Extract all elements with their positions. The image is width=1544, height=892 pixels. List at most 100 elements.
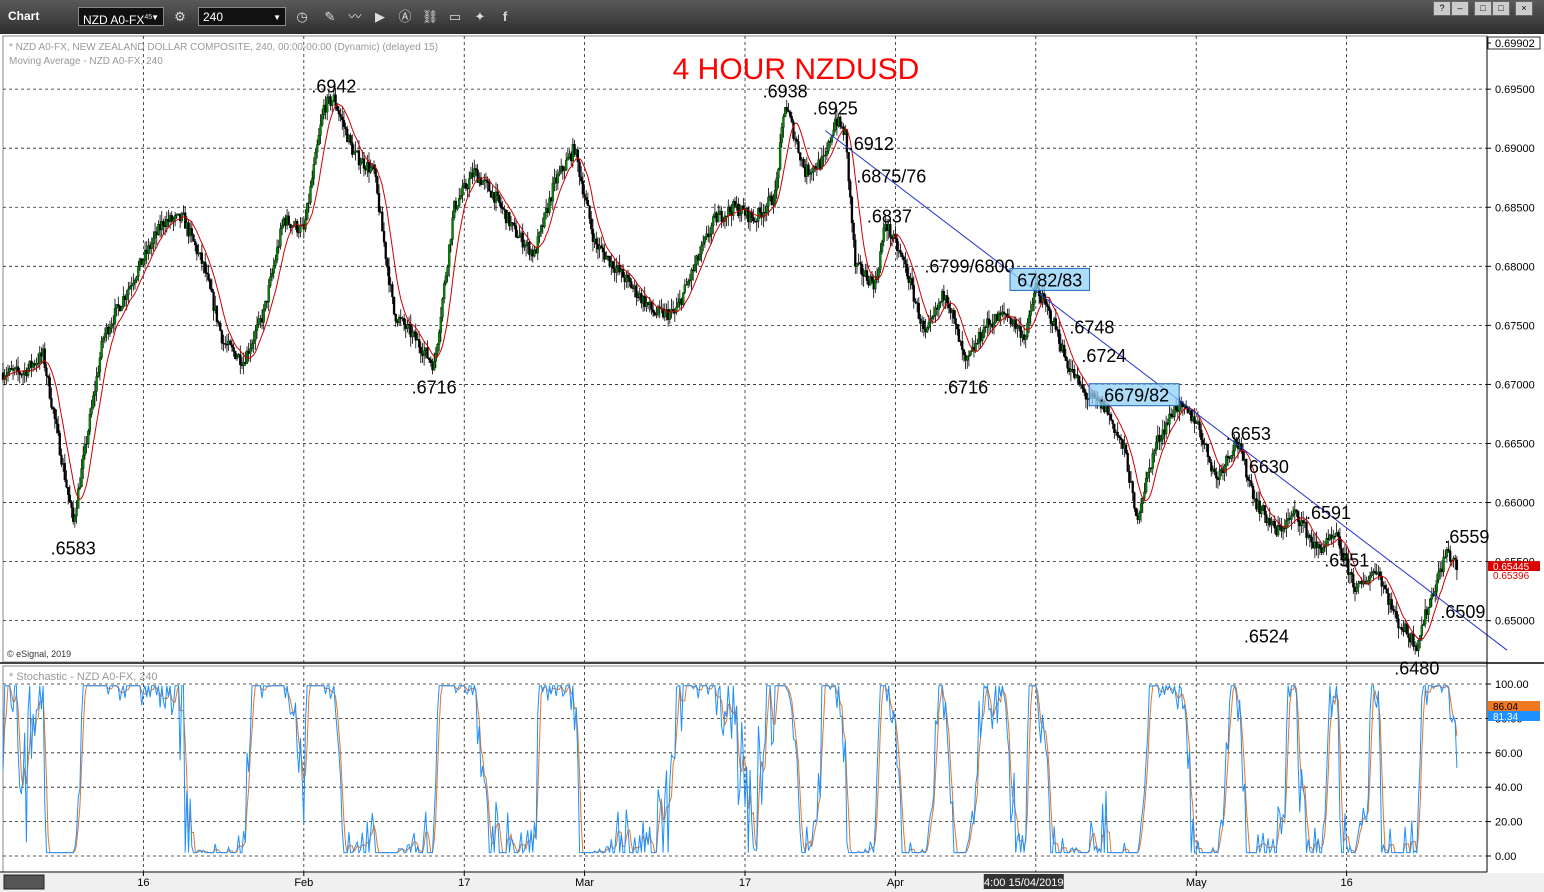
candle-body — [1083, 388, 1086, 393]
candle-body — [703, 237, 707, 243]
play-icon[interactable]: ▶ — [370, 7, 390, 27]
chevron-down-icon[interactable]: ▼ — [151, 8, 159, 27]
candle-body — [957, 328, 961, 342]
candle-body — [1206, 444, 1210, 458]
candle-body — [1442, 556, 1445, 573]
candle-body — [433, 361, 436, 371]
price-annotation: .6583 — [51, 539, 96, 559]
maximize-button[interactable]: □ — [1492, 1, 1510, 16]
candle-body — [210, 288, 214, 293]
candle-body — [337, 110, 341, 115]
candle-body — [1368, 575, 1372, 581]
chart-background — [0, 34, 1544, 892]
candle-body — [969, 350, 972, 356]
settings-gear-icon[interactable]: ⚙ — [170, 7, 190, 27]
help-button[interactable]: ? — [1433, 1, 1451, 16]
candle-body — [133, 280, 137, 284]
candle-body — [1435, 579, 1439, 592]
alert-icon[interactable]: Ⓐ — [395, 7, 415, 27]
candle-body — [252, 340, 255, 344]
candle-body — [514, 225, 518, 238]
restore-button[interactable]: □ — [1474, 1, 1492, 16]
candle-body — [80, 468, 83, 488]
twitter-icon[interactable]: ✦ — [470, 7, 490, 27]
candle-body — [1447, 549, 1450, 552]
candle-body — [782, 116, 785, 128]
price-annotation: .6875/76 — [856, 167, 926, 187]
y-tick-label: 0.68500 — [1495, 202, 1535, 214]
candle-body — [272, 265, 275, 274]
price-annotation: .6942 — [311, 77, 356, 97]
candle-body — [580, 176, 583, 182]
candle-body — [1250, 480, 1253, 487]
candle-body — [382, 231, 386, 243]
candle-body — [1350, 572, 1353, 575]
candle-body — [785, 107, 788, 111]
interval-value: 240 — [203, 10, 224, 24]
price-annotation: .6716 — [412, 378, 457, 398]
candle-body — [67, 486, 70, 495]
chevron-down-icon[interactable]: ▼ — [273, 8, 281, 27]
candle-body — [855, 263, 859, 267]
candle-body — [392, 296, 396, 315]
link-icon[interactable]: ⛓ — [420, 7, 440, 27]
candle-body — [601, 247, 605, 253]
interval-input[interactable]: 240 ▼ — [198, 7, 286, 26]
x-axis-band — [0, 873, 1544, 892]
candle-body — [720, 210, 723, 222]
candle-body — [626, 274, 630, 278]
candle-body — [16, 366, 20, 372]
candle-body — [590, 218, 593, 230]
clock-icon[interactable]: ◷ — [292, 7, 312, 27]
stochastic-y-tick-label: 100.00 — [1495, 679, 1529, 691]
candle-body — [1032, 292, 1036, 305]
pencil-icon[interactable]: ✎ — [320, 7, 340, 27]
candle-body — [787, 110, 790, 113]
price-annotation: .6524 — [1244, 626, 1289, 646]
facebook-icon[interactable]: f — [495, 7, 515, 27]
candle-body — [954, 318, 957, 325]
stochastic-y-tick-label: 20.00 — [1495, 817, 1523, 829]
candle-body — [150, 243, 153, 249]
candle-body — [1270, 523, 1273, 526]
candle-body — [939, 301, 942, 304]
candle-body — [1153, 450, 1156, 454]
candle-body — [635, 285, 638, 298]
candle-body — [232, 347, 235, 352]
copyright-text: © eSignal, 2019 — [7, 649, 71, 659]
x-tick-label: Feb — [294, 877, 313, 889]
y-tick-label: 0.69500 — [1495, 84, 1535, 96]
stochastic-k-value: 81.34 — [1493, 712, 1518, 723]
candle-body — [459, 195, 463, 199]
price-annotation: .6724 — [1081, 346, 1126, 366]
comment-icon[interactable]: ▭ — [445, 7, 465, 27]
candle-body — [73, 516, 77, 522]
candle-body — [615, 267, 618, 273]
draw-curve-icon[interactable]: 〰 — [345, 7, 365, 27]
candle-body — [576, 149, 580, 163]
candle-body — [1422, 624, 1425, 626]
price-annotation: .6679/82 — [1099, 386, 1169, 406]
candle-body — [50, 398, 53, 408]
symbol-input[interactable]: NZD A0-FX45 ▼ — [78, 7, 164, 27]
minimize-button[interactable]: – — [1451, 1, 1469, 16]
candle-body — [1323, 546, 1327, 548]
candle-body — [1002, 311, 1006, 314]
candle-body — [117, 304, 120, 307]
candle-body — [427, 357, 431, 360]
candle-body — [1076, 374, 1079, 377]
candle-body — [581, 180, 585, 195]
candle-body — [992, 322, 996, 328]
close-button[interactable]: × — [1515, 1, 1533, 16]
candle-body — [870, 276, 874, 281]
candle-body — [1318, 544, 1322, 549]
candle-body — [1392, 609, 1395, 611]
candle-body — [1138, 512, 1141, 520]
candle-body — [63, 463, 66, 480]
candle-body — [974, 343, 977, 352]
candle-body — [1213, 468, 1216, 472]
candle-body — [797, 141, 800, 153]
price-annotation: .6559 — [1444, 527, 1489, 547]
candle-body — [795, 139, 798, 142]
candle-body — [1417, 640, 1420, 651]
